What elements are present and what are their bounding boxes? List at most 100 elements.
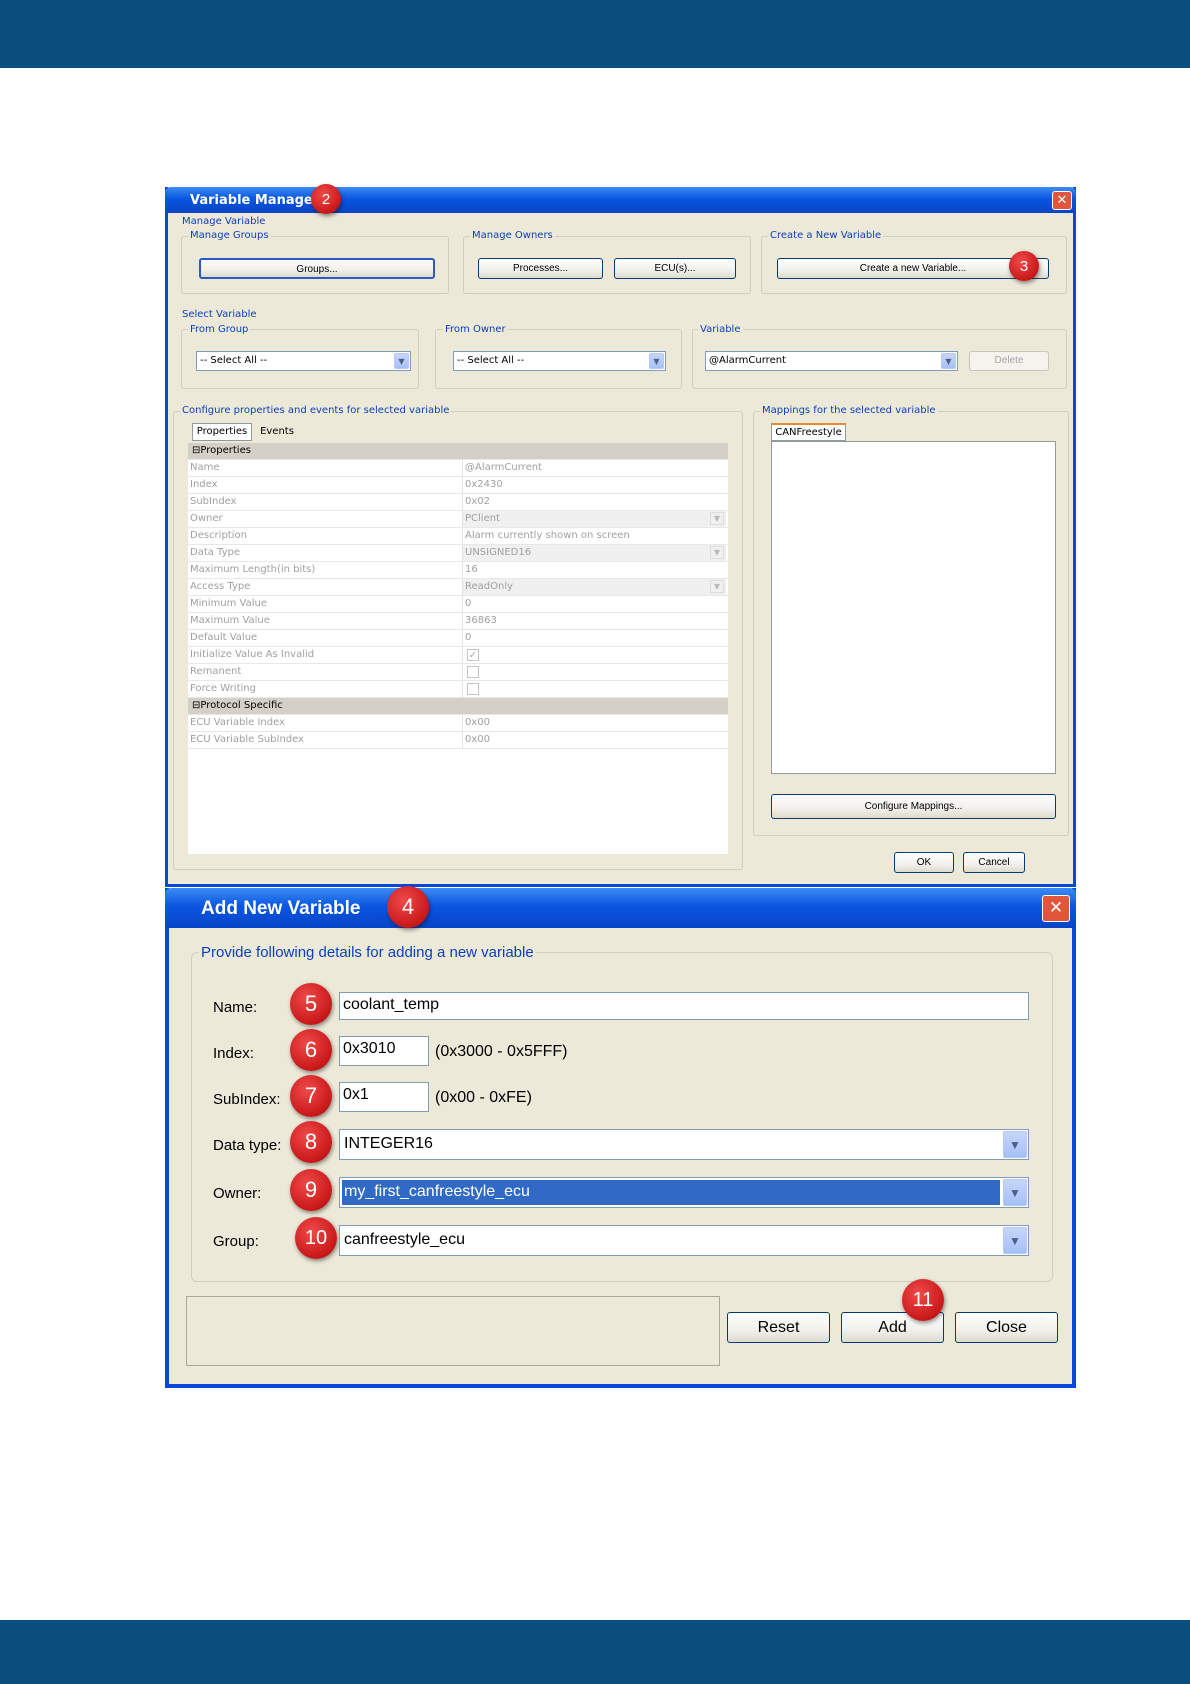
property-value[interactable]: 0: [462, 596, 726, 612]
property-value[interactable]: 0x00: [462, 715, 726, 731]
property-value[interactable]: PClient ▼: [462, 511, 726, 527]
chevron-down-icon[interactable]: ▼: [710, 546, 724, 559]
property-key: Default Value: [190, 632, 258, 643]
property-value[interactable]: 0x00: [462, 732, 726, 748]
tab-properties[interactable]: Properties: [192, 423, 252, 441]
chevron-down-icon[interactable]: ▼: [710, 580, 724, 593]
property-row[interactable]: Minimum Value 0: [188, 596, 728, 613]
footer-band: [0, 1620, 1190, 1684]
property-value[interactable]: ReadOnly ▼: [462, 579, 726, 595]
property-row[interactable]: Force Writing: [188, 681, 728, 698]
from-group-value: -- Select All --: [200, 355, 268, 366]
chevron-down-icon[interactable]: ▼: [941, 353, 956, 369]
ecus-button[interactable]: ECU(s)...: [614, 258, 736, 279]
groups-button[interactable]: Groups...: [199, 258, 435, 279]
category-row-protocol[interactable]: ⊟Protocol Specific: [188, 698, 728, 715]
configure-mappings-button[interactable]: Configure Mappings...: [771, 794, 1056, 819]
property-value[interactable]: @AlarmCurrent: [462, 460, 726, 476]
property-value-text: UNSIGNED16: [465, 547, 532, 558]
mapping-tab-label: CANFreestyle: [775, 427, 842, 438]
cancel-button[interactable]: Cancel: [963, 852, 1025, 873]
property-row[interactable]: ECU Variable Index 0x00: [188, 715, 728, 732]
delete-button[interactable]: Delete: [969, 351, 1049, 371]
checkbox[interactable]: [467, 683, 479, 695]
index-input[interactable]: 0x3010: [339, 1036, 429, 1066]
group-select[interactable]: canfreestyle_ecu ▼: [339, 1225, 1029, 1256]
configure-properties-legend: Configure properties and events for sele…: [180, 405, 452, 416]
subindex-input[interactable]: 0x1: [339, 1082, 429, 1112]
step-badge-2: 2: [311, 184, 341, 214]
step-badge-7: 7: [290, 1075, 332, 1117]
select-variable-legend: Select Variable: [180, 309, 259, 320]
property-value[interactable]: 16: [462, 562, 726, 578]
ok-button[interactable]: OK: [894, 852, 954, 873]
category-row-properties[interactable]: ⊟Properties: [188, 443, 728, 460]
reset-button[interactable]: Reset: [727, 1312, 830, 1343]
chevron-down-icon[interactable]: ▼: [1003, 1179, 1027, 1206]
from-group-select[interactable]: -- Select All -- ▼: [196, 351, 411, 371]
property-value[interactable]: UNSIGNED16 ▼: [462, 545, 726, 561]
property-value[interactable]: 0x2430: [462, 477, 726, 493]
manage-owners-legend: Manage Owners: [470, 230, 555, 241]
property-key: SubIndex: [190, 496, 237, 507]
property-row[interactable]: Description Alarm currently shown on scre…: [188, 528, 728, 545]
property-row[interactable]: Name @AlarmCurrent: [188, 460, 728, 477]
close-icon[interactable]: ✕: [1052, 191, 1072, 210]
chevron-down-icon[interactable]: ▼: [394, 353, 409, 369]
processes-button[interactable]: Processes...: [478, 258, 603, 279]
group-label: Group:: [213, 1233, 259, 1250]
property-value-text: Alarm currently shown on screen: [465, 530, 630, 541]
from-owner-value: -- Select All --: [457, 355, 525, 366]
property-key: Remanent: [190, 666, 242, 677]
name-label: Name:: [213, 999, 258, 1016]
chevron-down-icon[interactable]: ▼: [710, 512, 724, 525]
close-button[interactable]: Close: [955, 1312, 1058, 1343]
property-row[interactable]: SubIndex 0x02: [188, 494, 728, 511]
property-row[interactable]: Maximum Value 36863: [188, 613, 728, 630]
property-value-text: 0: [465, 632, 472, 643]
property-value-text: 0: [465, 598, 472, 609]
manage-variable-legend: Manage Variable: [180, 216, 268, 227]
property-row[interactable]: Remanent: [188, 664, 728, 681]
variable-manager-titlebar[interactable]: Variable Manager ✕: [165, 187, 1076, 213]
checkbox[interactable]: ✓: [467, 649, 479, 661]
property-value[interactable]: 36863: [462, 613, 726, 629]
add-variable-titlebar[interactable]: Add New Variable ✕: [165, 888, 1076, 928]
property-row[interactable]: Access Type ReadOnly ▼: [188, 579, 728, 596]
mapping-tab-canfreestyle[interactable]: CANFreestyle: [771, 423, 846, 441]
status-area: [186, 1296, 720, 1366]
property-value[interactable]: ✓: [462, 647, 726, 663]
property-value[interactable]: 0: [462, 630, 726, 646]
property-value[interactable]: 0x02: [462, 494, 726, 510]
property-row[interactable]: Owner PClient ▼: [188, 511, 728, 528]
chevron-down-icon[interactable]: ▼: [1003, 1227, 1027, 1254]
property-key: Force Writing: [190, 683, 256, 694]
property-row[interactable]: Index 0x2430: [188, 477, 728, 494]
property-key: ECU Variable SubIndex: [190, 734, 305, 745]
from-owner-select[interactable]: -- Select All -- ▼: [453, 351, 666, 371]
property-value-text: ReadOnly: [465, 581, 514, 592]
tab-events[interactable]: Events: [254, 424, 300, 441]
owner-select[interactable]: my_first_canfreestyle_ecu ▼: [339, 1177, 1029, 1208]
create-variable-button[interactable]: Create a new Variable...: [777, 258, 1049, 279]
variable-manager-window: Variable Manager ✕ 2 Manage Variable Man…: [165, 184, 1076, 887]
index-label: Index:: [213, 1045, 254, 1062]
property-value[interactable]: [462, 664, 726, 680]
close-icon[interactable]: ✕: [1042, 895, 1070, 922]
variable-legend: Variable: [698, 324, 743, 335]
property-value[interactable]: Alarm currently shown on screen: [462, 528, 726, 544]
name-input[interactable]: coolant_temp: [339, 992, 1029, 1020]
owner-label: Owner:: [213, 1185, 262, 1202]
chevron-down-icon[interactable]: ▼: [1003, 1131, 1027, 1158]
property-value[interactable]: [462, 681, 726, 697]
step-badge-3: 3: [1009, 251, 1039, 281]
property-row[interactable]: ECU Variable SubIndex 0x00: [188, 732, 728, 749]
variable-select[interactable]: @AlarmCurrent ▼: [705, 351, 958, 371]
property-row[interactable]: Data Type UNSIGNED16 ▼: [188, 545, 728, 562]
datatype-select[interactable]: INTEGER16 ▼: [339, 1129, 1029, 1160]
property-row[interactable]: Maximum Length(in bits) 16: [188, 562, 728, 579]
property-row[interactable]: Initialize Value As Invalid ✓: [188, 647, 728, 664]
property-row[interactable]: Default Value 0: [188, 630, 728, 647]
checkbox[interactable]: [467, 666, 479, 678]
chevron-down-icon[interactable]: ▼: [649, 353, 664, 369]
